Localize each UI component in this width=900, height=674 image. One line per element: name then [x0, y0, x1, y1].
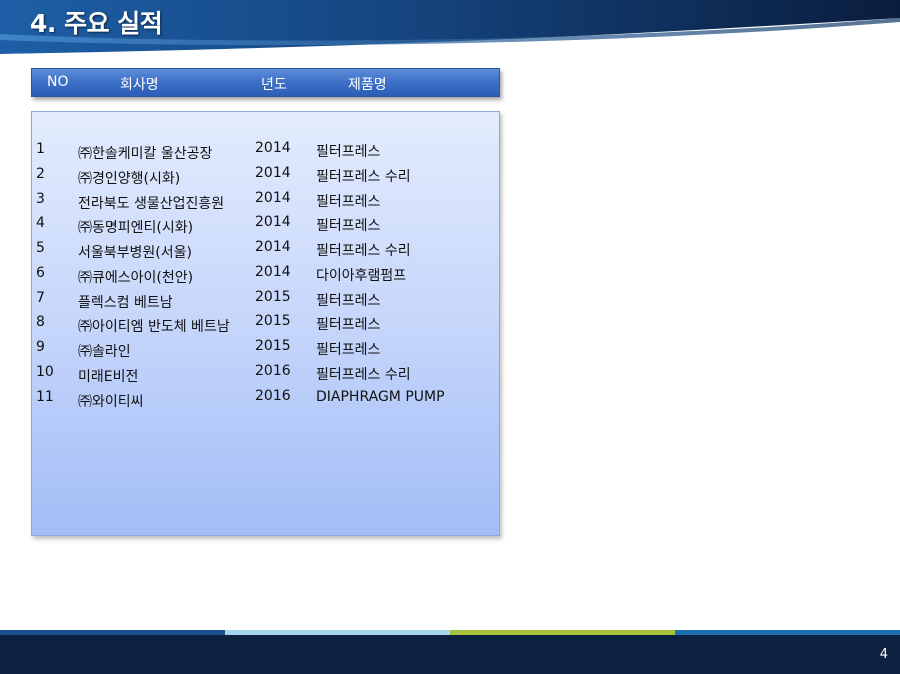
column-header-no: NO: [47, 74, 69, 90]
row-product: 필터프레스: [316, 342, 381, 358]
table-row: 10 미래E비전 2016 필터프레스 수리: [32, 363, 499, 387]
row-product: 필터프레스 수리: [316, 367, 411, 383]
row-year: 2014: [255, 264, 291, 280]
table-row: 6 ㈜큐에스아이(천안) 2014 다이아후램펌프: [32, 264, 499, 288]
row-no: 2: [36, 166, 45, 182]
row-year: 2014: [255, 190, 291, 206]
row-year: 2015: [255, 338, 291, 354]
row-product: 필터프레스: [316, 144, 381, 160]
row-company: 서울북부병원(서울): [78, 245, 192, 261]
table-panel: 1 ㈜한솔케미칼 울산공장 2014 필터프레스 2 ㈜경인양행(시화) 201…: [31, 111, 500, 536]
row-company: ㈜경인양행(시화): [78, 171, 181, 187]
row-company: ㈜동명피엔티(시화): [78, 220, 194, 236]
row-product: 필터프레스 수리: [316, 243, 411, 259]
table-row: 5 서울북부병원(서울) 2014 필터프레스 수리: [32, 239, 499, 263]
row-product: 필터프레스: [316, 218, 381, 234]
row-product: DIAPHRAGM PUMP: [316, 389, 445, 405]
row-no: 9: [36, 339, 45, 355]
row-year: 2015: [255, 289, 291, 305]
row-company: 전라북도 생물산업진흥원: [78, 196, 225, 212]
table-row: 7 플렉스컴 베트남 2015 필터프레스: [32, 289, 499, 313]
row-product: 필터프레스: [316, 293, 381, 309]
row-year: 2014: [255, 140, 291, 156]
row-no: 8: [36, 314, 45, 330]
row-no: 10: [36, 364, 54, 380]
row-no: 3: [36, 191, 45, 207]
column-header-year: 년도: [261, 77, 287, 93]
row-no: 1: [36, 141, 45, 157]
row-company: ㈜큐에스아이(천안): [78, 270, 194, 286]
row-product: 다이아후램펌프: [316, 268, 407, 284]
row-year: 2016: [255, 363, 291, 379]
row-company: ㈜솔라인: [78, 344, 131, 360]
row-company: ㈜아이티엠 반도체 베트남: [78, 319, 230, 335]
row-year: 2014: [255, 239, 291, 255]
row-product: 필터프레스: [316, 194, 381, 210]
table-row: 8 ㈜아이티엠 반도체 베트남 2015 필터프레스: [32, 313, 499, 337]
table-row: 2 ㈜경인양행(시화) 2014 필터프레스 수리: [32, 165, 499, 189]
row-year: 2016: [255, 388, 291, 404]
column-header-product: 제품명: [348, 77, 387, 93]
row-company: ㈜와이티씨: [78, 394, 144, 410]
row-company: 플렉스컴 베트남: [78, 295, 173, 311]
row-no: 11: [36, 389, 54, 405]
row-year: 2014: [255, 165, 291, 181]
table-column-header: NO 회사명 년도 제품명: [31, 68, 500, 97]
table-row: 1 ㈜한솔케미칼 울산공장 2014 필터프레스: [32, 140, 499, 164]
row-no: 5: [36, 240, 45, 256]
page-number: 4: [879, 647, 888, 662]
header-band: 4. 주요 실적: [0, 0, 900, 56]
row-year: 2015: [255, 313, 291, 329]
column-header-company: 회사명: [120, 77, 159, 93]
table-row: 9 ㈜솔라인 2015 필터프레스: [32, 338, 499, 362]
footer-bar: 4: [0, 635, 900, 674]
table-row: 3 전라북도 생물산업진흥원 2014 필터프레스: [32, 190, 499, 214]
table-row: 11 ㈜와이티씨 2016 DIAPHRAGM PUMP: [32, 388, 499, 412]
row-year: 2014: [255, 214, 291, 230]
row-no: 4: [36, 215, 45, 231]
table-row: 4 ㈜동명피엔티(시화) 2014 필터프레스: [32, 214, 499, 238]
row-product: 필터프레스: [316, 317, 381, 333]
row-product: 필터프레스 수리: [316, 169, 411, 185]
row-no: 7: [36, 290, 45, 306]
row-no: 6: [36, 265, 45, 281]
row-company: 미래E비전: [78, 369, 139, 385]
row-company: ㈜한솔케미칼 울산공장: [78, 146, 213, 162]
page-title: 4. 주요 실적: [30, 9, 163, 38]
